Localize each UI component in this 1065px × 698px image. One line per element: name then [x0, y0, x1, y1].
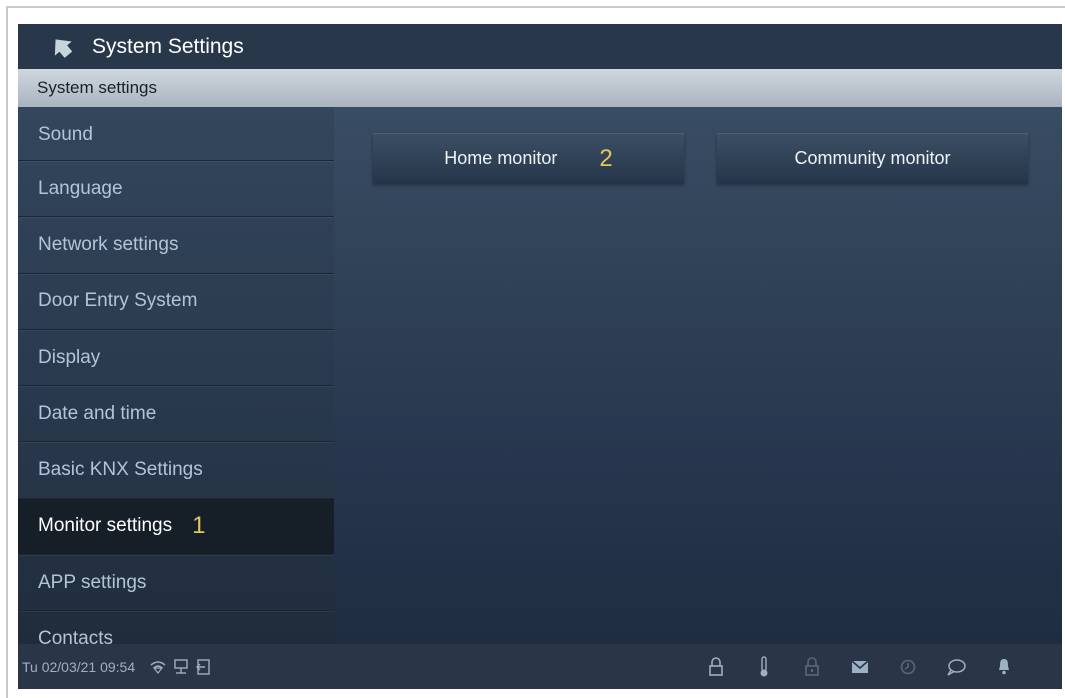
title-bar: System Settings: [18, 24, 1062, 69]
sidebar-item-display[interactable]: Display: [18, 330, 334, 387]
sidebar-item-label: Language: [38, 177, 123, 199]
status-bar: Tu 02/03/21 09:54: [18, 644, 1062, 689]
status-datetime: Tu 02/03/21 09:54: [22, 658, 136, 675]
sidebar-item-monitor-settings[interactable]: Monitor settings 1: [18, 498, 334, 556]
wifi-icon: [150, 660, 166, 674]
sidebar-item-date-and-time[interactable]: Date and time: [18, 386, 334, 443]
lock-alt-icon[interactable]: [802, 656, 822, 678]
mail-icon[interactable]: [850, 656, 870, 678]
thermometer-icon[interactable]: [754, 655, 774, 678]
sidebar-item-basic-knx-settings[interactable]: Basic KNX Settings: [18, 442, 334, 499]
sidebar-item-label: Network settings: [38, 233, 179, 255]
lock-icon[interactable]: [706, 656, 726, 678]
page-title: System Settings: [92, 34, 244, 58]
network-icon: [174, 658, 188, 674]
history-icon[interactable]: [898, 656, 918, 678]
device-screen: System Settings System settings Sound La…: [18, 24, 1062, 689]
sidebar-item-contacts[interactable]: Contacts: [18, 611, 334, 644]
button-label: Community monitor: [794, 148, 951, 168]
sidebar-item-label: Sound: [38, 124, 93, 145]
section-header: System settings: [18, 69, 1062, 107]
chat-icon[interactable]: [946, 656, 966, 678]
button-label: Home monitor: [444, 148, 558, 168]
sidebar-item-label: Display: [38, 346, 101, 368]
sidebar: Sound Language Network settings Door Ent…: [18, 107, 334, 644]
community-monitor-button[interactable]: Community monitor: [717, 133, 1028, 183]
sidebar-item-label: Contacts: [38, 628, 113, 644]
sidebar-item-sound[interactable]: Sound: [18, 107, 334, 161]
callout-marker: 1: [192, 512, 206, 540]
back-button[interactable]: [42, 27, 82, 67]
exit-icon: [196, 658, 210, 675]
bell-icon[interactable]: [994, 656, 1014, 678]
sidebar-item-app-settings[interactable]: APP settings: [18, 555, 334, 612]
main-content: Home monitor 2 Community monitor: [334, 107, 1062, 644]
callout-marker: 2: [599, 144, 613, 172]
sidebar-item-label: Door Entry System: [38, 290, 198, 312]
status-left-icons: [149, 658, 211, 675]
status-right-icons: [706, 644, 1042, 689]
sidebar-item-label: Date and time: [38, 402, 157, 424]
sidebar-item-language[interactable]: Language: [18, 161, 334, 218]
sidebar-item-label: Monitor settings: [38, 515, 173, 537]
home-monitor-button[interactable]: Home monitor 2: [373, 133, 684, 183]
sidebar-item-door-entry-system[interactable]: Door Entry System: [18, 274, 334, 330]
sidebar-item-label: Basic KNX Settings: [38, 459, 203, 481]
back-arrow-icon: [54, 38, 73, 58]
sidebar-item-label: APP settings: [38, 571, 147, 593]
sidebar-item-network-settings[interactable]: Network settings: [18, 217, 334, 274]
